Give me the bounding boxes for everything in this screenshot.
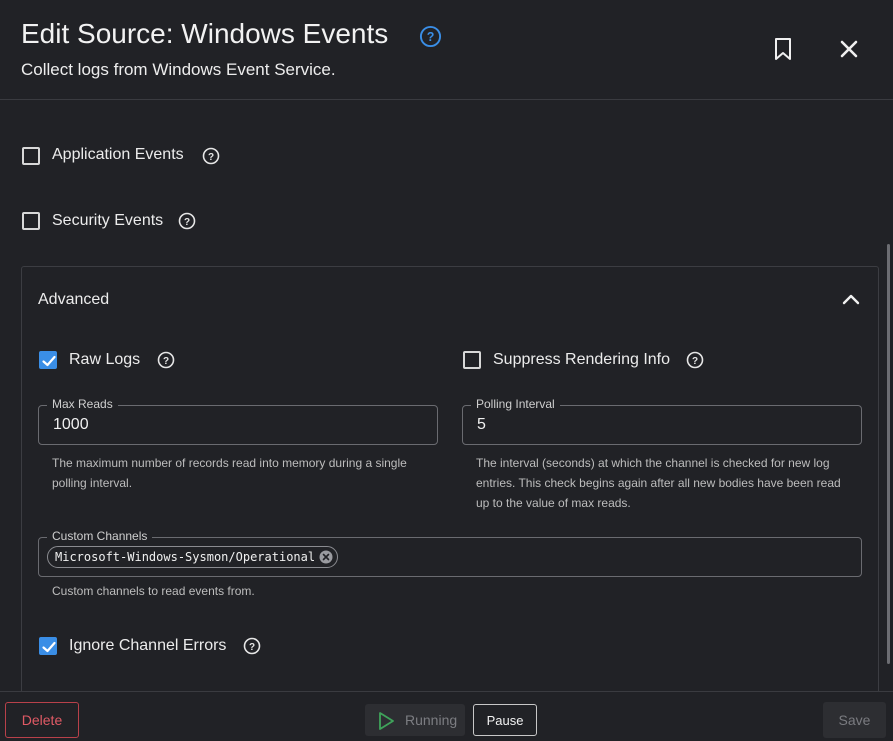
svg-text:?: ? xyxy=(208,152,214,163)
helper-line: The interval (seconds) at which the chan… xyxy=(476,456,830,470)
svg-text:?: ? xyxy=(184,217,190,228)
remove-chip-icon[interactable] xyxy=(319,550,333,564)
security-events-checkbox[interactable] xyxy=(22,212,40,230)
running-label: Running xyxy=(405,712,458,728)
channel-chip-label: Microsoft-Windows-Sysmon/Operational xyxy=(55,550,316,564)
svg-text:?: ? xyxy=(427,30,435,44)
page-title: Edit Source: Windows Events xyxy=(21,18,389,49)
channel-chip: Microsoft-Windows-Sysmon/Operational xyxy=(47,546,339,568)
advanced-title: Advanced xyxy=(38,291,110,308)
max-reads-field[interactable]: Max Reads 1000 xyxy=(38,397,438,445)
dialog-body[interactable]: Application Events ? Security Events ? A… xyxy=(0,101,893,691)
helper-line: polling interval. xyxy=(52,476,133,490)
raw-logs-label: Raw Logs xyxy=(69,351,141,368)
ignore-channel-errors-label: Ignore Channel Errors xyxy=(69,637,227,654)
pause-button[interactable]: Pause xyxy=(473,704,537,736)
raw-logs-checkbox[interactable] xyxy=(39,351,57,369)
suppress-rendering-info-checkbox[interactable] xyxy=(463,351,481,369)
suppress-rendering-info-label: Suppress Rendering Info xyxy=(493,351,670,368)
svg-text:?: ? xyxy=(163,356,169,367)
close-icon[interactable] xyxy=(838,38,860,60)
help-icon[interactable]: ? xyxy=(419,25,442,48)
advanced-section: Advanced Raw Logs ? Suppress Rendering I… xyxy=(21,266,879,691)
check-icon xyxy=(42,641,56,653)
polling-interval-field[interactable]: Polling Interval 5 xyxy=(462,397,862,445)
running-button: Running xyxy=(365,704,465,736)
helper-line: up to the value of max reads. xyxy=(476,496,631,510)
application-events-label: Application Events xyxy=(52,146,184,163)
help-icon[interactable]: ? xyxy=(243,637,261,655)
svg-text:?: ? xyxy=(249,642,255,653)
save-button[interactable]: Save xyxy=(823,702,886,738)
polling-interval-helper: The interval (seconds) at which the chan… xyxy=(476,453,841,513)
security-events-label: Security Events xyxy=(52,212,164,229)
check-icon xyxy=(42,355,56,367)
help-icon[interactable]: ? xyxy=(157,351,175,369)
dialog-footer: Delete Running Pause Save xyxy=(0,691,893,741)
page-subtitle: Collect logs from Windows Event Service. xyxy=(21,60,336,79)
polling-interval-label: Polling Interval xyxy=(471,397,560,411)
helper-line: entries. This check begins again after a… xyxy=(476,476,841,490)
bookmark-icon[interactable] xyxy=(772,37,794,61)
application-events-checkbox[interactable] xyxy=(22,147,40,165)
play-icon xyxy=(379,712,394,730)
scrollbar[interactable] xyxy=(887,244,890,664)
svg-text:?: ? xyxy=(692,356,698,367)
ignore-channel-errors-checkbox[interactable] xyxy=(39,637,57,655)
chevron-up-icon[interactable] xyxy=(841,291,861,307)
max-reads-helper: The maximum number of records read into … xyxy=(52,453,407,493)
help-icon[interactable]: ? xyxy=(202,147,220,165)
polling-interval-value[interactable]: 5 xyxy=(477,416,486,434)
dialog-header: Edit Source: Windows Events ? Collect lo… xyxy=(0,0,893,100)
help-icon[interactable]: ? xyxy=(178,212,196,230)
max-reads-value[interactable]: 1000 xyxy=(53,416,89,434)
custom-channels-helper: Custom channels to read events from. xyxy=(52,584,255,598)
delete-button[interactable]: Delete xyxy=(5,702,79,738)
custom-channels-label: Custom Channels xyxy=(47,529,153,543)
custom-channels-field[interactable]: Custom Channels Microsoft-Windows-Sysmon… xyxy=(38,529,862,577)
max-reads-label: Max Reads xyxy=(47,397,118,411)
helper-line: The maximum number of records read into … xyxy=(52,456,407,470)
help-icon[interactable]: ? xyxy=(686,351,704,369)
